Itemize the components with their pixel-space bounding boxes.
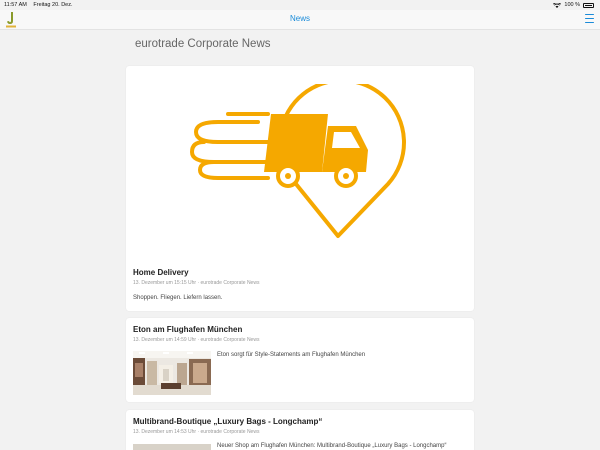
- status-date: Freitag 20. Dez.: [33, 2, 73, 8]
- article-meta: 13. Dezember um 14:53 Uhr · eurotrade Co…: [133, 429, 260, 435]
- article-thumbnail[interactable]: [133, 351, 211, 395]
- article-description: Neuer Shop am Flughafen München: Multibr…: [217, 443, 447, 449]
- delivery-truck-location-icon: [190, 84, 406, 238]
- wifi-icon: [553, 2, 562, 8]
- page-title: eurotrade Corporate News: [135, 38, 271, 50]
- nav-bar: News: [0, 10, 600, 30]
- article-description: Shoppen. Fliegen. Liefern lassen.: [133, 295, 223, 301]
- battery-percent: 100 %: [564, 2, 580, 8]
- article-title[interactable]: Multibrand-Boutique „Luxury Bags - Longc…: [133, 417, 322, 426]
- menu-icon-line: [585, 21, 594, 23]
- news-card[interactable]: Eton am Flughafen München 13. Dezember u…: [126, 318, 474, 402]
- menu-icon-line: [585, 17, 594, 20]
- article-title[interactable]: Eton am Flughafen München: [133, 325, 242, 334]
- menu-button[interactable]: [585, 14, 594, 23]
- article-title[interactable]: Home Delivery: [133, 268, 189, 277]
- status-left: 11:57 AM Freitag 20. Dez.: [4, 2, 73, 8]
- status-time: 11:57 AM: [4, 2, 27, 8]
- news-card[interactable]: Home Delivery 13. Dezember um 15:15 Uhr …: [126, 66, 474, 311]
- article-description: Eton sorgt für Style-Statements am Flugh…: [217, 352, 366, 358]
- news-card[interactable]: Multibrand-Boutique „Luxury Bags - Longc…: [126, 410, 474, 450]
- article-meta: 13. Dezember um 14:59 Uhr · eurotrade Co…: [133, 337, 260, 343]
- status-bar: 11:57 AM Freitag 20. Dez. 100 %: [0, 0, 600, 10]
- status-right: 100 %: [553, 2, 594, 8]
- battery-icon: [583, 2, 594, 8]
- menu-icon-line: [585, 14, 594, 16]
- article-thumbnail[interactable]: [133, 444, 211, 450]
- nav-title: News: [289, 14, 310, 23]
- article-meta: 13. Dezember um 15:15 Uhr · eurotrade Co…: [133, 280, 260, 286]
